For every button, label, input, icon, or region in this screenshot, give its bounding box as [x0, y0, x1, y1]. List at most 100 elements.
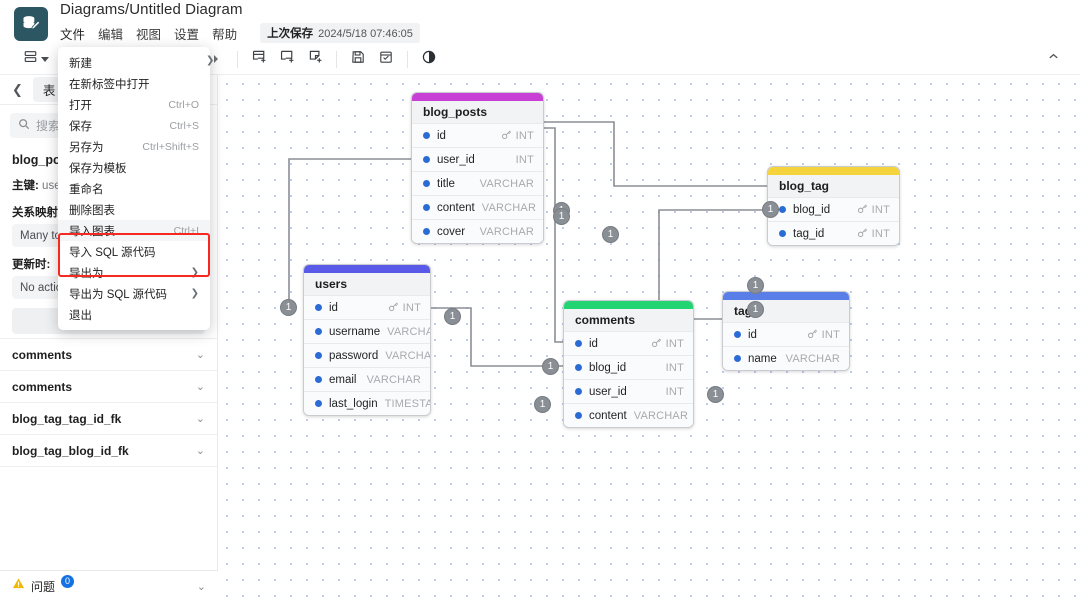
list-item[interactable]: comments ⌄: [0, 338, 217, 370]
field-name: user_id: [589, 386, 627, 398]
menu-item-9[interactable]: 导入 SQL 源代码: [58, 241, 210, 262]
table-node-users[interactable]: usersidINTusernameVARCHARpasswordVARCHAR…: [303, 264, 431, 416]
table-field-content[interactable]: contentVARCHAR: [564, 403, 693, 427]
menu-file[interactable]: 文件: [60, 22, 94, 45]
menu-item-6[interactable]: 重命名: [58, 178, 210, 199]
list-item[interactable]: comments ⌄: [0, 370, 217, 402]
field-dot-icon: [575, 340, 582, 347]
file-dropdown-menu[interactable]: 新建在新标签中打开打开Ctrl+O保存Ctrl+S另存为Ctrl+Shift+S…: [58, 47, 210, 330]
menu-item-8[interactable]: 导入图表Ctrl+I: [58, 220, 210, 241]
todo-button[interactable]: [372, 47, 400, 71]
table-field-content[interactable]: contentVARCHAR: [412, 195, 543, 219]
field-dot-icon: [423, 156, 430, 163]
field-dot-icon: [315, 400, 322, 407]
table-field-username[interactable]: usernameVARCHAR: [304, 319, 430, 343]
chevron-down-icon[interactable]: ⌄: [196, 412, 205, 425]
field-meta: VARCHAR: [480, 178, 534, 190]
chevron-down-icon[interactable]: ⌄: [196, 444, 205, 457]
field-name: name: [748, 353, 777, 365]
field-meta: VARCHAR: [387, 326, 431, 338]
table-field-title[interactable]: titleVARCHAR: [412, 171, 543, 195]
table-title: blog_tag: [768, 175, 899, 197]
primary-key-icon: [807, 326, 818, 344]
menu-item-label: 在新标签中打开: [69, 76, 150, 92]
table-node-comments[interactable]: commentsidINTblog_idINTuser_idINTcontent…: [563, 300, 694, 428]
table-field-name[interactable]: nameVARCHAR: [723, 346, 849, 370]
cardinality-marker: 1: [747, 301, 764, 318]
menu-submenu-arrow-icon: ❯: [206, 55, 216, 65]
collapse-toolbar-button[interactable]: [1038, 47, 1068, 71]
menu-settings[interactable]: 设置: [174, 22, 208, 45]
update-label-text: 更新时: [12, 259, 47, 271]
add-note-button[interactable]: [301, 47, 329, 71]
menu-item-7[interactable]: 删除图表: [58, 199, 210, 220]
table-field-id[interactable]: idINT: [564, 331, 693, 355]
menu-item-11[interactable]: 导出为 SQL 源代码❯: [58, 283, 210, 304]
cardinality-marker: 1: [707, 386, 724, 403]
menu-item-2[interactable]: 打开Ctrl+O: [58, 94, 210, 115]
field-type: INT: [872, 204, 890, 216]
menu-item-0[interactable]: 新建: [58, 52, 210, 73]
menu-item-5[interactable]: 保存为模板: [58, 157, 210, 178]
menu-item-10[interactable]: 导出为❯: [58, 262, 210, 283]
menu-item-12[interactable]: 退出: [58, 304, 210, 325]
table-node-blog_posts[interactable]: blog_postsidINTuser_idINTtitleVARCHARcon…: [411, 92, 544, 244]
table-field-last_login[interactable]: last_loginTIMESTAMP: [304, 391, 430, 415]
field-dot-icon: [575, 388, 582, 395]
cardinality-marker: 1: [747, 277, 764, 294]
add-table-button[interactable]: [245, 47, 273, 71]
list-item[interactable]: blog_tag_tag_id_fk ⌄: [0, 402, 217, 434]
list-bottom-divider: [0, 466, 217, 467]
list-item[interactable]: blog_tag_blog_id_fk ⌄: [0, 434, 217, 466]
table-field-user_id[interactable]: user_idINT: [412, 147, 543, 171]
table-field-id[interactable]: idINT: [412, 123, 543, 147]
field-type: VARCHAR: [634, 410, 688, 422]
menu-item-label: 导入 SQL 源代码: [69, 244, 155, 260]
layout-dropdown-button[interactable]: [18, 47, 54, 71]
table-field-email[interactable]: emailVARCHAR: [304, 367, 430, 391]
chevron-down-icon[interactable]: ⌄: [197, 580, 206, 593]
table-node-tags[interactable]: tags id INT nameVARCHAR: [722, 291, 850, 371]
field-meta: INT: [807, 326, 840, 344]
table-field-user_id[interactable]: user_idINT: [564, 379, 693, 403]
field-name: id: [748, 329, 757, 341]
half-circle-theme-icon: [421, 49, 437, 70]
menu-item-3[interactable]: 保存Ctrl+S: [58, 115, 210, 136]
field-dot-icon: [779, 206, 786, 213]
issues-bar[interactable]: 问题 0 ⌄: [0, 570, 218, 601]
field-name: user_id: [437, 154, 475, 166]
theme-toggle-button[interactable]: [415, 47, 443, 71]
table-field-blog_id[interactable]: blog_id INT: [768, 197, 899, 221]
menu-item-shortcut: Ctrl+S: [170, 120, 199, 132]
relation-label-text: 关系映射: [12, 207, 58, 219]
menu-item-1[interactable]: 在新标签中打开: [58, 73, 210, 94]
table-field-tag_id[interactable]: tag_idINT: [768, 221, 899, 245]
menu-item-label: 保存为模板: [69, 160, 127, 176]
menu-item-4[interactable]: 另存为Ctrl+Shift+S: [58, 136, 210, 157]
chevron-down-icon: [41, 57, 49, 62]
field-name: blog_id: [793, 204, 830, 216]
update-value: No actio: [20, 282, 62, 294]
menu-view[interactable]: 视图: [136, 22, 170, 45]
table-node-blog_tag[interactable]: blog_tag blog_id INT tag_idINT: [767, 166, 900, 246]
chevron-down-icon[interactable]: ⌄: [196, 380, 205, 393]
diagram-canvas[interactable]: blog_postsidINTuser_idINTtitleVARCHARcon…: [219, 76, 1080, 601]
table-field-id[interactable]: idINT: [304, 295, 430, 319]
list-item-label: comments: [12, 380, 72, 394]
table-field-cover[interactable]: coverVARCHAR: [412, 219, 543, 243]
table-field-id[interactable]: id INT: [723, 322, 849, 346]
table-title: tags: [723, 300, 849, 322]
field-meta: INT: [651, 335, 684, 353]
add-area-button[interactable]: [273, 47, 301, 71]
table-title: users: [304, 273, 430, 295]
chevron-left-icon[interactable]: ❮: [8, 82, 27, 98]
table-field-password[interactable]: passwordVARCHAR: [304, 343, 430, 367]
table-field-blog_id[interactable]: blog_idINT: [564, 355, 693, 379]
menu-help[interactable]: 帮助: [212, 22, 246, 45]
add-note-icon: [307, 48, 324, 70]
chevron-down-icon[interactable]: ⌄: [196, 348, 205, 361]
menu-edit[interactable]: 编辑: [98, 22, 132, 45]
save-button[interactable]: [344, 47, 372, 71]
field-name: cover: [437, 226, 465, 238]
page-title: Diagrams/Untitled Diagram: [60, 1, 420, 19]
